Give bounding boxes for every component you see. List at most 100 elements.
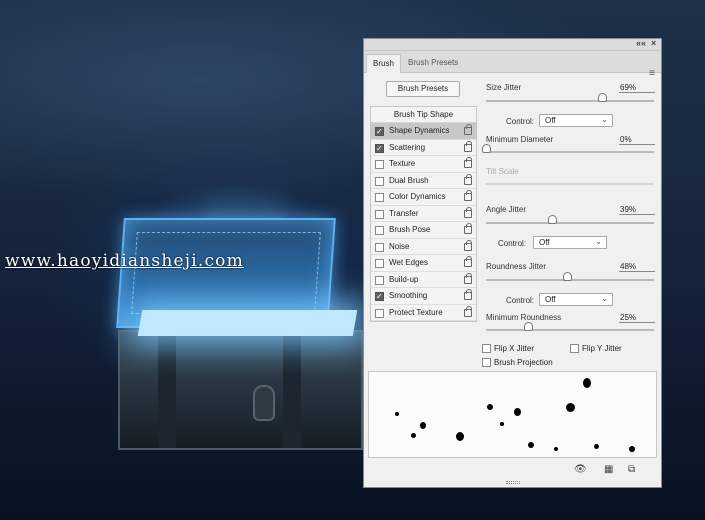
minimum-diameter-label: Minimum Diameter [486,135,554,144]
option-label: Transfer [389,208,419,218]
brush-option-dual-brush[interactable]: Dual Brush [371,173,476,189]
minimum-diameter-slider-thumb[interactable] [482,144,491,153]
option-checkbox[interactable] [375,160,384,169]
size-jitter-value[interactable]: 69% [619,82,655,93]
brush-stroke-preview [368,371,657,458]
option-label: Brush Pose [389,225,431,234]
option-label: Texture [389,159,416,168]
panel-title-bar[interactable]: «« × [364,38,661,51]
lock-icon[interactable] [464,223,472,234]
resize-grip[interactable] [506,481,520,484]
collapse-icon[interactable]: «« [636,38,646,48]
brush-option-wet-edges[interactable]: Wet Edges [371,255,476,272]
lock-icon[interactable] [464,157,472,168]
minimum-roundness-slider-thumb[interactable] [524,322,533,331]
option-checkbox[interactable] [375,141,384,157]
grid-icon[interactable]: ▦ [604,464,613,475]
panel-menu-icon[interactable]: ≡ [649,68,655,79]
brush-option-transfer[interactable]: Transfer [371,206,476,222]
chevron-down-icon: ⌄ [601,115,608,124]
eye-brush-icon[interactable]: 👁 [574,464,587,475]
brush-tip-shape-item[interactable]: Brush Tip Shape [371,107,476,123]
panel-tab-bar: Brush Brush Presets ≡ [364,51,661,79]
control-1-select[interactable]: Off ⌄ [539,114,613,127]
lock-icon[interactable] [464,256,472,267]
angle-jitter-slider-thumb[interactable] [547,215,557,224]
option-label: Color Dynamics [389,192,446,201]
size-jitter-slider-thumb[interactable] [597,93,607,102]
preview-dot [411,433,416,438]
minimum-roundness-slider[interactable] [486,322,654,331]
control-3-label: Control: [506,296,535,305]
option-checkbox[interactable] [375,124,384,140]
option-label: Shape Dynamics [389,126,450,135]
preview-dot [583,378,591,388]
lock-icon[interactable] [464,190,472,201]
brush-option-noise[interactable]: Noise [371,239,476,255]
option-checkbox[interactable] [375,209,384,219]
brush-option-protect-texture[interactable]: Protect Texture [371,305,476,321]
option-checkbox[interactable] [375,242,384,252]
preview-dot [514,408,521,416]
option-checkbox[interactable] [375,289,384,305]
brush-presets-button[interactable]: Brush Presets [386,81,460,97]
lock-icon[interactable] [464,206,472,218]
option-label: Build-up [389,274,419,284]
option-checkbox[interactable] [375,226,384,235]
control-3-value: Off [545,295,556,304]
option-label: Wet Edges [389,258,428,267]
brush-option-texture[interactable]: Texture [371,156,476,173]
preview-dot [487,404,493,410]
panel-bottom-toolbar: 👁 ▦ ⧉ [364,460,661,480]
roundness-jitter-value[interactable]: 48% [619,261,655,272]
brush-option-shape-dynamics[interactable]: Shape Dynamics [371,123,476,140]
lock-icon[interactable] [464,305,472,317]
option-checkbox[interactable] [375,259,384,268]
control-2-select[interactable]: Off ⌄ [533,236,607,249]
angle-jitter-value[interactable]: 39% [619,204,655,215]
brush-option-brush-pose[interactable]: Brush Pose [371,222,476,239]
flip-y-jitter-label: Flip Y Jitter [582,344,622,353]
brush-option-scattering[interactable]: Scattering [371,140,476,157]
brush-option-color-dynamics[interactable]: Color Dynamics [371,189,476,206]
lock-icon[interactable] [464,124,472,135]
roundness-jitter-slider-thumb[interactable] [562,272,572,281]
new-preset-icon[interactable]: ⧉ [628,464,635,475]
size-jitter-slider[interactable] [486,93,654,102]
flip-y-jitter-checkbox[interactable] [570,344,579,353]
tilt-scale-label: Tilt Scale [486,167,519,176]
lock-icon[interactable] [464,173,472,185]
lock-icon[interactable] [464,140,472,152]
chevron-down-icon: ⌄ [595,237,602,246]
control-3-select[interactable]: Off ⌄ [539,293,613,306]
preview-dot [395,412,399,416]
option-checkbox[interactable] [375,193,384,202]
minimum-diameter-value[interactable]: 0% [619,134,655,145]
control-2-label: Control: [498,239,527,248]
preview-dot [456,432,464,441]
option-checkbox[interactable] [375,275,384,285]
tab-brush[interactable]: Brush [366,54,401,73]
control-1-label: Control: [506,117,535,126]
lock-icon[interactable] [464,289,472,300]
close-icon[interactable]: × [651,38,656,48]
brush-option-build-up[interactable]: Build-up [371,272,476,288]
control-1-value: Off [545,116,556,125]
lock-icon[interactable] [464,272,472,284]
tab-brush-presets[interactable]: Brush Presets [402,54,464,73]
minimum-roundness-value[interactable]: 25% [619,312,655,323]
brush-option-smoothing[interactable]: Smoothing [371,288,476,305]
minimum-diameter-slider[interactable] [482,144,654,153]
preview-dot [420,422,426,429]
option-checkbox[interactable] [375,308,384,318]
treasure-chest-glow [137,310,358,336]
roundness-jitter-slider[interactable] [486,272,654,281]
option-checkbox[interactable] [375,176,384,186]
option-label: Protect Texture [389,307,443,317]
flip-x-jitter-checkbox[interactable] [482,344,491,353]
brush-projection-label: Brush Projection [494,358,553,367]
lock-icon[interactable] [464,239,472,251]
angle-jitter-slider[interactable] [486,215,654,224]
treasure-chest-body [118,330,363,450]
brush-projection-checkbox[interactable] [482,358,491,367]
